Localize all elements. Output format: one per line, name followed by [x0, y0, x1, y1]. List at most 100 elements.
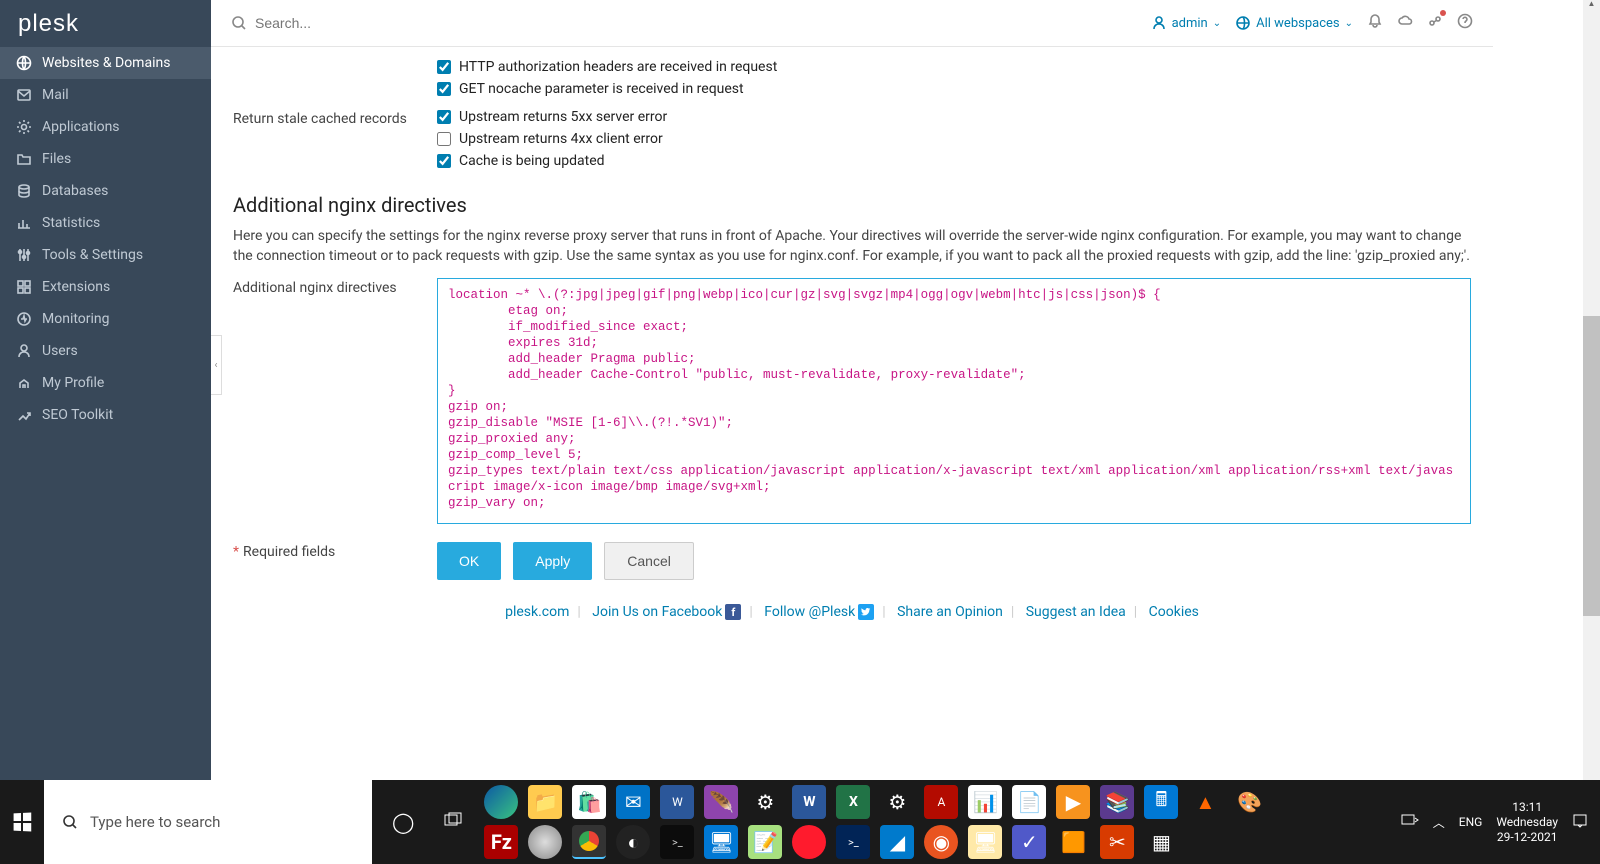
taskbar-app-settings[interactable]: ⚙ — [748, 785, 782, 819]
footer: plesk.com| Join Us on Facebookf| Follow … — [233, 586, 1471, 638]
taskbar-app-todo[interactable]: ✓ — [1012, 825, 1046, 859]
start-button[interactable] — [0, 780, 44, 864]
chevron-down-icon: ⌄ — [1345, 18, 1353, 29]
cancel-button[interactable]: Cancel — [604, 542, 694, 580]
taskbar-app-opera[interactable] — [792, 825, 826, 859]
taskbar-app-blank2[interactable] — [1232, 825, 1266, 859]
webspace-switcher[interactable]: All webspaces ⌄ — [1235, 15, 1353, 31]
tray-clock[interactable]: 13:11 Wednesday 29-12-2021 — [1496, 800, 1558, 845]
checkbox-label: HTTP authorization headers are received … — [459, 59, 777, 75]
taskbar-app-disc[interactable] — [528, 825, 562, 859]
footer-twitter-link[interactable]: Follow @Plesk — [764, 604, 874, 620]
sidebar-collapse-handle[interactable]: ‹ — [211, 335, 222, 395]
mail-icon — [16, 87, 32, 103]
taskbar-app-pixel[interactable]: 🟧 — [1056, 825, 1090, 859]
bypass-get-nocache-checkbox[interactable] — [437, 82, 451, 96]
sidebar-item-statistics[interactable]: Statistics — [0, 207, 211, 239]
taskbar-app-media[interactable]: ▶ — [1056, 785, 1090, 819]
taskbar-app-powershell[interactable]: >_ — [836, 825, 870, 859]
cloud-icon[interactable] — [1397, 13, 1413, 33]
taskbar-app-pdf[interactable]: A — [924, 785, 958, 819]
checkbox-label: Upstream returns 4xx client error — [459, 131, 663, 147]
sidebar-item-extensions[interactable]: Extensions — [0, 271, 211, 303]
sidebar-item-users[interactable]: Users — [0, 335, 211, 367]
taskbar-app-filezilla[interactable]: Fz — [484, 825, 518, 859]
tray-notifications-icon[interactable] — [1572, 813, 1588, 832]
footer-opinion-link[interactable]: Share an Opinion — [897, 604, 1003, 620]
taskbar-app-excel[interactable]: X — [836, 785, 870, 819]
sidebar-item-my-profile[interactable]: My Profile — [0, 367, 211, 399]
taskbar-app-vlc[interactable]: ▲ — [1188, 785, 1222, 819]
windows-taskbar: Type here to search ◯ Fz 📁 🛍️ ✉ ◐ W >_ 🪶… — [0, 780, 1600, 864]
sidebar-item-tools-settings[interactable]: Tools & Settings — [0, 239, 211, 271]
chevron-down-icon: ⌄ — [1213, 18, 1221, 29]
taskbar-app-gantt[interactable]: 📊 — [968, 785, 1002, 819]
apply-button[interactable]: Apply — [513, 542, 592, 580]
taskbar-app-lightshot[interactable]: 🪶 — [704, 785, 738, 819]
sidebar-item-label: Tools & Settings — [42, 247, 143, 263]
footer-cookies-link[interactable]: Cookies — [1149, 604, 1199, 620]
tray-language[interactable]: ENG — [1459, 815, 1483, 829]
taskbar-app-chrome[interactable] — [572, 825, 606, 859]
checkbox-label: Upstream returns 5xx server error — [459, 109, 667, 125]
sidebar-item-databases[interactable]: Databases — [0, 175, 211, 207]
help-icon[interactable] — [1457, 13, 1473, 33]
bypass-http-auth-checkbox[interactable] — [437, 60, 451, 74]
sidebar-item-seo-toolkit[interactable]: SEO Toolkit — [0, 399, 211, 431]
taskbar-app-obs[interactable]: ◐ — [616, 825, 650, 859]
taskbar-search[interactable]: Type here to search — [44, 780, 372, 864]
footer-idea-link[interactable]: Suggest an Idea — [1026, 604, 1126, 620]
footer-facebook-link[interactable]: Join Us on Facebookf — [592, 604, 741, 620]
taskbar-app-notepad[interactable]: 📄 — [1012, 785, 1046, 819]
sidebar-item-mail[interactable]: Mail — [0, 79, 211, 111]
folder-icon — [16, 151, 32, 167]
browser-scrollbar[interactable]: ▲ — [1583, 0, 1600, 780]
stale-4xx-checkbox[interactable] — [437, 132, 451, 146]
task-view-icon[interactable] — [434, 812, 474, 832]
taskbar-app-word-online[interactable]: W — [660, 785, 694, 819]
taskbar-app-mail[interactable]: ✉ — [616, 785, 650, 819]
taskbar-app-paint[interactable]: 🎨 — [1232, 785, 1266, 819]
tray-expand-icon[interactable]: ︿ — [1433, 814, 1445, 831]
ok-button[interactable]: OK — [437, 542, 501, 580]
notification-icon[interactable] — [1367, 13, 1383, 33]
grid-icon — [16, 279, 32, 295]
search-input[interactable] — [255, 15, 1137, 31]
taskbar-app-blank1[interactable] — [1188, 825, 1222, 859]
nginx-directives-heading: Additional nginx directives — [233, 193, 1471, 217]
taskbar-app-word[interactable]: W — [792, 785, 826, 819]
taskbar-app-snip[interactable]: ✂ — [1100, 825, 1134, 859]
nginx-directives-description: Here you can specify the settings for th… — [233, 227, 1471, 266]
checkbox-label: GET nocache parameter is received in req… — [459, 81, 744, 97]
updates-icon[interactable] — [1427, 13, 1443, 33]
taskbar-app-terminal[interactable]: >_ — [660, 825, 694, 859]
stale-5xx-checkbox[interactable] — [437, 110, 451, 124]
taskbar-app-winrar[interactable]: 📚 — [1100, 785, 1134, 819]
taskbar-app-store[interactable]: 🛍️ — [572, 785, 606, 819]
tray-project-icon[interactable] — [1401, 814, 1419, 831]
taskbar-app-putty[interactable]: 🖥 — [968, 825, 1002, 859]
sidebar-item-files[interactable]: Files — [0, 143, 211, 175]
cortana-icon[interactable]: ◯ — [382, 810, 424, 834]
sliders-icon — [16, 247, 32, 263]
sidebar-item-websites-domains[interactable]: Websites & Domains — [0, 47, 211, 79]
taskbar-app-calc[interactable]: 🖩 — [1144, 785, 1178, 819]
taskbar-app-npp[interactable]: 📝 — [748, 825, 782, 859]
taskbar-app-utility[interactable]: ⚙ — [880, 785, 914, 819]
sidebar-item-applications[interactable]: Applications — [0, 111, 211, 143]
stale-updating-checkbox[interactable] — [437, 154, 451, 168]
tray-time: 13:11 — [1496, 800, 1558, 815]
sidebar-item-monitoring[interactable]: Monitoring — [0, 303, 211, 335]
taskbar-app-remote[interactable]: 🖥 — [704, 825, 738, 859]
taskbar-app-ubuntu[interactable]: ◉ — [924, 825, 958, 859]
taskbar-app-vscode[interactable]: ◢ — [880, 825, 914, 859]
taskbar-app-edge[interactable] — [484, 785, 518, 819]
tray-date: 29-12-2021 — [1496, 830, 1558, 845]
taskbar-app-grid[interactable]: ▦ — [1144, 825, 1178, 859]
nginx-directives-textarea[interactable]: location ~* \.(?:jpg|jpeg|gif|png|webp|i… — [437, 278, 1471, 524]
footer-plesk-link[interactable]: plesk.com — [505, 604, 569, 620]
sidebar: plesk Websites & Domains Mail Applicatio… — [0, 0, 211, 780]
taskbar-app-explorer[interactable]: 📁 — [528, 785, 562, 819]
user-icon — [1151, 15, 1167, 31]
user-menu[interactable]: admin ⌄ — [1151, 15, 1222, 31]
